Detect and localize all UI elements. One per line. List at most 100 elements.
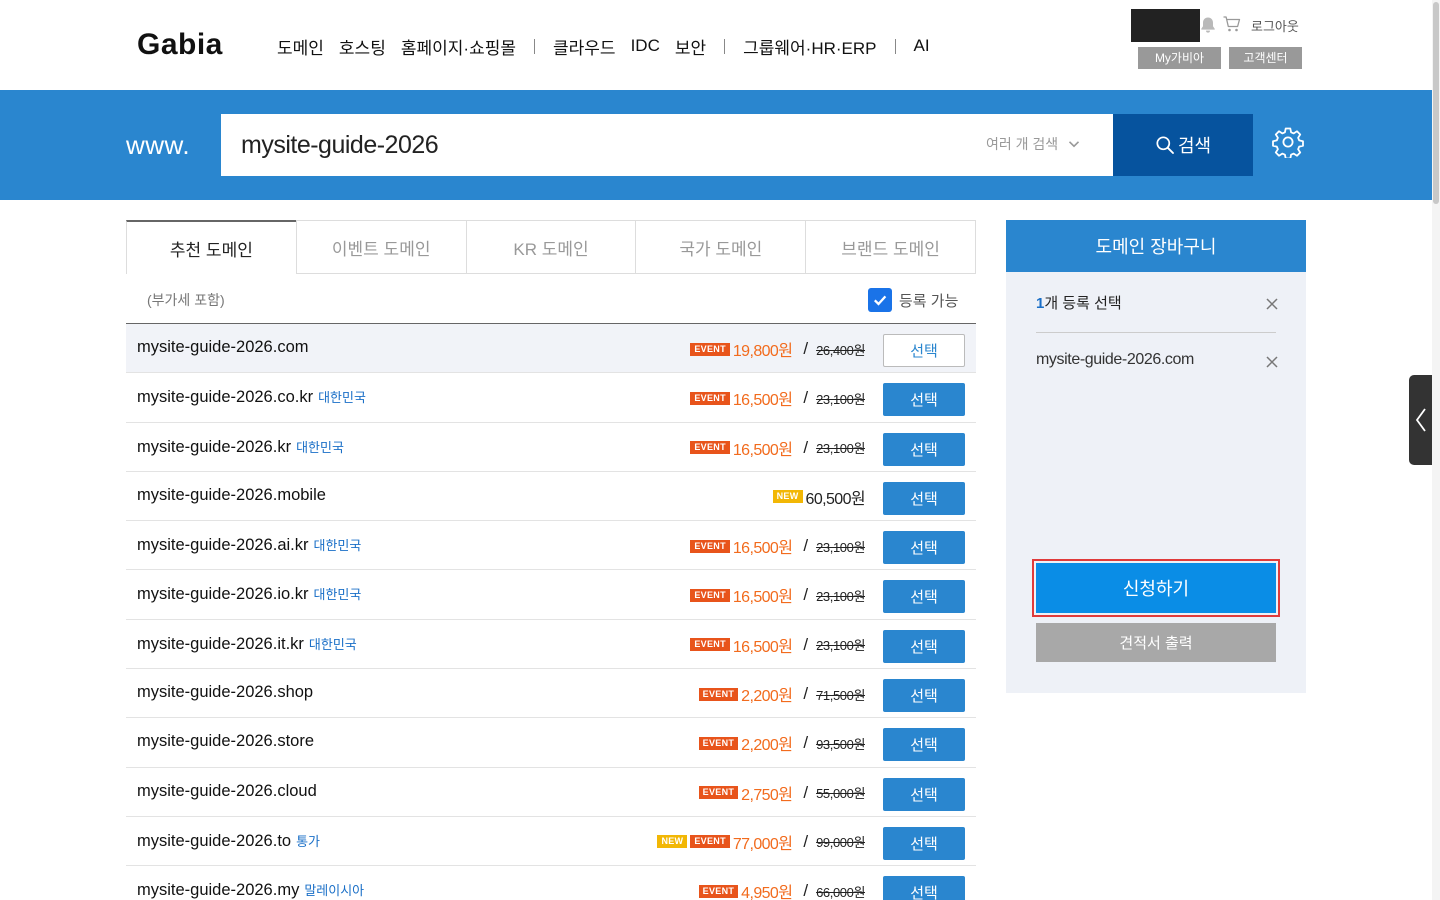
domain-result-row: mysite-guide-2026.it.kr 대한민국 EVENT 16,500원 /…	[126, 619, 976, 670]
country-tag: 통가	[296, 833, 321, 849]
domain-result-row: mysite-guide-2026.mobile NEW 60,500원 선택	[126, 471, 976, 522]
domain-name-text: mysite-guide-2026.shop	[137, 683, 314, 702]
scrollbar-thumb[interactable]	[1433, 2, 1439, 204]
original-price: 99,000원	[816, 835, 865, 851]
domain-name-text: mysite-guide-2026.ai.kr	[137, 536, 309, 555]
gear-icon[interactable]	[1272, 126, 1304, 158]
domain-name: mysite-guide-2026.com	[137, 338, 309, 357]
price-separator: /	[803, 437, 809, 457]
domain-result-list: mysite-guide-2026.com EVENT 19,800원/26,400…	[126, 323, 976, 900]
domain-name: mysite-guide-2026.io.kr 대한민국	[137, 584, 361, 604]
select-button[interactable]: 선택	[883, 383, 965, 417]
event-badge: EVENT	[698, 687, 739, 701]
price-separator: /	[803, 585, 809, 605]
select-button[interactable]: 선택	[883, 334, 965, 367]
bell-icon[interactable]	[1198, 15, 1218, 35]
price-group: EVENT 4,950원 / 66,000원	[698, 880, 865, 900]
multi-search-dropdown[interactable]: 여러 개 검색	[986, 134, 1080, 154]
country-tag: 대한민국	[296, 439, 344, 455]
select-button[interactable]: 선택	[883, 679, 965, 713]
domain-name-text: mysite-guide-2026.kr	[137, 437, 292, 456]
price-separator: /	[803, 684, 809, 704]
nav-divider	[724, 38, 726, 54]
sale-price: 16,500원	[732, 638, 793, 656]
select-button[interactable]: 선택	[883, 876, 965, 900]
price-group: EVENT 2,750원 / 55,000원	[698, 782, 865, 804]
domain-name: mysite-guide-2026.it.kr 대한민국	[137, 634, 357, 654]
domain-result-row: mysite-guide-2026.com EVENT 19,800원 / 26,400…	[126, 324, 976, 374]
tab-brand[interactable]: 브랜드 도메인	[805, 221, 975, 274]
select-button[interactable]: 선택	[883, 432, 965, 466]
domain-name: mysite-guide-2026.shop	[137, 683, 313, 702]
cart-divider	[1036, 332, 1276, 333]
domain-name-text: mysite-guide-2026.co.kr	[137, 388, 314, 407]
close-icon[interactable]	[1265, 297, 1279, 311]
gabia-logo[interactable]: Gabia	[137, 28, 223, 62]
price-separator: /	[803, 881, 809, 900]
select-button[interactable]: 선택	[883, 629, 965, 663]
nav-item-groupware[interactable]: 그룹웨어·HR·ERP	[743, 34, 876, 59]
cart-item: mysite-guide-2026.com	[1036, 351, 1194, 368]
price-group: EVENT 16,500원 / 23,100원	[690, 437, 865, 459]
original-price: 23,100원	[816, 441, 865, 457]
available-filter[interactable]: 등록 가능	[868, 288, 958, 312]
event-badge: EVENT	[690, 638, 730, 652]
domain-name-text: mysite-guide-2026.io.kr	[137, 585, 309, 604]
price-separator: /	[803, 388, 809, 408]
multi-search-label: 여러 개 검색	[986, 136, 1059, 152]
event-badge: EVENT	[698, 786, 739, 800]
original-price: 23,100원	[816, 638, 865, 654]
event-badge: EVENT	[690, 391, 730, 405]
tab-event[interactable]: 이벤트 도메인	[295, 221, 466, 274]
price-group: EVENT 16,500원 / 23,100원	[690, 584, 865, 606]
nav-divider	[534, 38, 535, 54]
close-icon[interactable]	[1265, 355, 1279, 369]
nav-item-domain[interactable]: 도메인	[277, 34, 324, 59]
domain-name-text: mysite-guide-2026.cloud	[137, 781, 317, 800]
search-button[interactable]: 검색	[1113, 114, 1253, 176]
nav-item-hosting[interactable]: 호스팅	[339, 34, 386, 59]
select-button[interactable]: 선택	[883, 826, 965, 860]
sale-price: 77,000원	[732, 835, 793, 853]
domain-name: mysite-guide-2026.kr 대한민국	[137, 437, 344, 457]
customer-center-button[interactable]: 고객센터	[1229, 47, 1302, 69]
domain-result-row: mysite-guide-2026.shop EVENT 2,200원 / 71,500…	[126, 669, 976, 719]
nav-item-homepage-shoppingmall[interactable]: 홈페이지·쇼핑몰	[401, 34, 516, 59]
domain-name: mysite-guide-2026.ai.kr 대한민국	[137, 535, 361, 555]
select-button[interactable]: 선택	[883, 580, 965, 614]
event-badge: EVENT	[698, 736, 739, 750]
nav-item-ai[interactable]: AI	[914, 36, 930, 56]
nav-item-security[interactable]: 보안	[675, 34, 706, 59]
cart-count: 1개 등록 선택	[1036, 292, 1122, 313]
user-name-redacted	[1131, 9, 1200, 42]
available-checkbox[interactable]	[868, 288, 892, 312]
tab-country[interactable]: 국가 도메인	[635, 221, 806, 274]
cart-icon[interactable]	[1222, 14, 1242, 34]
price-group: EVENT 16,500원 / 23,100원	[690, 387, 865, 409]
select-button[interactable]: 선택	[883, 481, 965, 515]
side-panel-toggle[interactable]	[1409, 375, 1432, 465]
country-tag: 대한민국	[313, 587, 362, 603]
tab-kr[interactable]: KR 도메인	[465, 221, 636, 274]
price-group: EVENT 19,800원 / 26,400원	[690, 338, 865, 360]
country-tag: 대한민국	[313, 538, 362, 554]
price-separator: /	[803, 634, 809, 654]
logout-link[interactable]: 로그아웃	[1251, 16, 1299, 35]
price-group: EVENT 2,200원 / 93,500원	[698, 732, 865, 754]
event-badge: EVENT	[690, 539, 730, 553]
sale-price: 19,800원	[732, 343, 793, 360]
price-group: EVENT 2,200원 / 71,500원	[698, 683, 865, 705]
mygabia-button[interactable]: My가비아	[1138, 47, 1221, 69]
nav-item-idc[interactable]: IDC	[631, 36, 660, 56]
print-quote-button[interactable]: 견적서 출력	[1036, 623, 1276, 662]
sale-price: 60,500원	[805, 490, 866, 508]
select-button[interactable]: 선택	[883, 531, 965, 565]
domain-search-input[interactable]	[241, 114, 961, 176]
apply-button[interactable]: 신청하기	[1036, 563, 1276, 613]
select-button[interactable]: 선택	[883, 777, 965, 811]
tab-recommended[interactable]: 추천 도메인	[126, 220, 296, 274]
domain-name-text: mysite-guide-2026.to	[137, 831, 292, 850]
sale-price: 16,500원	[732, 540, 793, 558]
select-button[interactable]: 선택	[883, 728, 965, 762]
nav-item-cloud[interactable]: 클라우드	[553, 34, 616, 59]
